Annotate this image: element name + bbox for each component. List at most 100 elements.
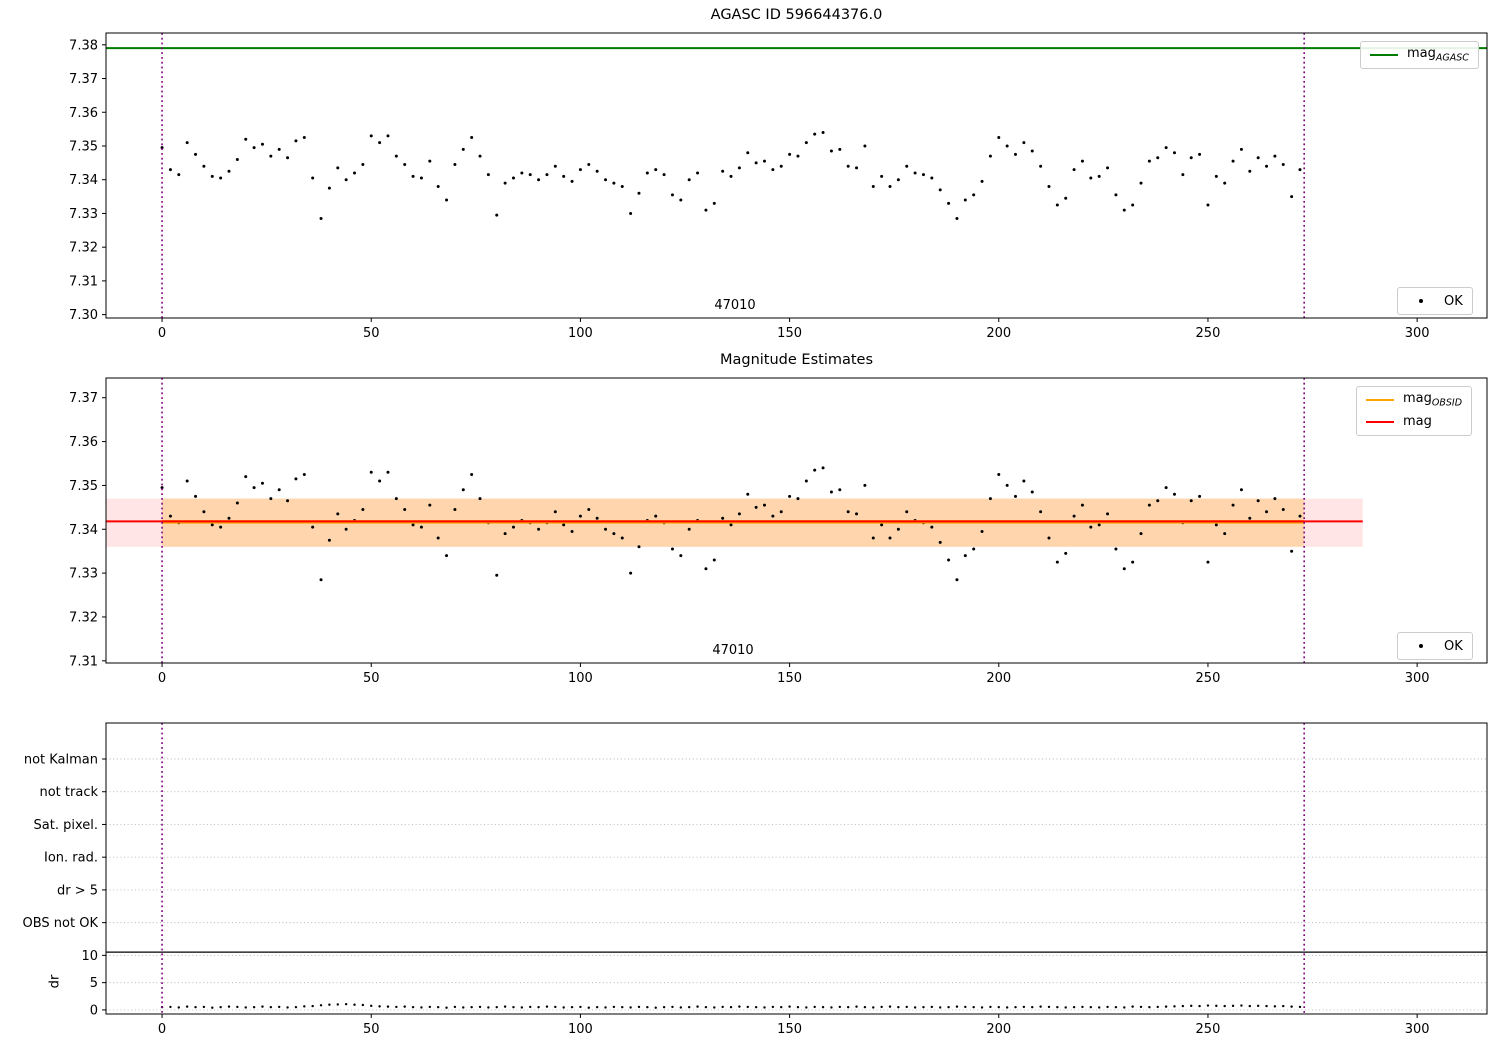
x-tick-label: 300 xyxy=(1405,671,1430,686)
data-point xyxy=(855,1005,858,1008)
data-point xyxy=(503,1005,507,1008)
data-point xyxy=(185,1005,189,1008)
data-point xyxy=(604,1006,607,1009)
data-point xyxy=(294,477,298,481)
data-point xyxy=(1122,208,1126,212)
data-point xyxy=(662,1005,666,1009)
data-point xyxy=(846,164,850,168)
data-point xyxy=(1164,486,1168,490)
data-point xyxy=(302,472,306,476)
data-point xyxy=(1114,193,1118,197)
data-point xyxy=(838,488,842,492)
data-point xyxy=(620,536,624,540)
data-point xyxy=(1265,510,1269,514)
data-point xyxy=(872,1006,875,1009)
data-point xyxy=(771,168,775,172)
data-point xyxy=(177,1006,180,1009)
x-tick-label: 0 xyxy=(158,671,166,686)
data-point xyxy=(394,154,398,158)
data-point xyxy=(612,1005,616,1009)
data-point xyxy=(578,514,582,518)
data-point xyxy=(486,173,490,177)
green-line-sample-icon xyxy=(1370,54,1398,56)
data-point xyxy=(679,554,683,558)
data-point xyxy=(210,523,214,527)
data-point xyxy=(972,193,976,197)
data-point xyxy=(1022,141,1026,145)
data-point xyxy=(796,497,800,501)
data-point xyxy=(227,516,231,520)
obsid-annotation-top: 47010 xyxy=(714,298,756,313)
data-point xyxy=(511,176,515,180)
data-point xyxy=(202,164,206,168)
data-point xyxy=(1298,168,1302,172)
data-point xyxy=(888,536,892,540)
data-point xyxy=(1248,516,1252,520)
data-point xyxy=(880,523,884,527)
y-tick-label: 7.31 xyxy=(69,654,98,669)
data-point xyxy=(838,147,842,151)
top-plot-title: AGASC ID 596644376.0 xyxy=(710,7,883,23)
data-point xyxy=(662,173,666,177)
data-point xyxy=(419,525,423,529)
x-tick-label: 200 xyxy=(986,671,1011,686)
data-point xyxy=(311,176,315,180)
data-point xyxy=(738,1005,741,1008)
data-point xyxy=(1064,196,1068,200)
data-point xyxy=(537,527,541,531)
data-point xyxy=(1089,525,1093,529)
data-point xyxy=(805,1006,808,1009)
data-point xyxy=(420,1006,423,1009)
data-point xyxy=(1189,156,1193,160)
data-point xyxy=(821,1005,825,1009)
data-point xyxy=(386,470,390,474)
data-point xyxy=(930,525,934,529)
data-point xyxy=(1047,536,1051,540)
data-point xyxy=(445,1006,448,1009)
data-point xyxy=(528,173,532,177)
data-point xyxy=(1122,567,1126,571)
data-point xyxy=(1156,156,1160,160)
data-point xyxy=(871,536,875,540)
data-point xyxy=(495,573,499,577)
y-tick-label: 7.37 xyxy=(69,391,98,406)
orange-line-sample-icon xyxy=(1366,398,1394,401)
legend-entry-mag-obsid: magOBSID xyxy=(1366,391,1462,409)
data-point xyxy=(344,178,348,182)
data-point xyxy=(629,211,633,215)
data-point xyxy=(1290,1005,1293,1008)
data-point xyxy=(1215,1004,1218,1008)
data-point xyxy=(260,481,264,485)
data-point xyxy=(1240,1004,1243,1007)
data-point xyxy=(762,159,766,163)
data-point xyxy=(1256,1004,1260,1008)
data-point xyxy=(1047,184,1051,188)
data-point xyxy=(880,1005,883,1009)
data-point xyxy=(570,529,574,533)
y-tick-label: 7.32 xyxy=(69,610,98,625)
data-point xyxy=(1097,523,1101,527)
data-point xyxy=(520,171,524,175)
data-point xyxy=(1080,159,1084,163)
flags-dr-plot: 0 50 100 150 200 250 300not Kalmannot trackSat… xyxy=(23,722,1488,1037)
magnitude-estimates-plot: 0 50 100 150 200 250 300 7.31 7.32 7.33 7.34 7.35 7.… xyxy=(69,377,1488,686)
data-point xyxy=(645,171,649,175)
data-point xyxy=(1256,156,1260,160)
data-point xyxy=(319,1004,323,1007)
data-point xyxy=(595,1005,599,1009)
data-point xyxy=(194,494,198,498)
data-point xyxy=(729,174,733,178)
top-ok-legend: OK xyxy=(1397,287,1473,315)
data-point xyxy=(1198,1004,1201,1008)
data-point xyxy=(930,176,934,180)
data-point xyxy=(754,1005,758,1009)
data-point xyxy=(470,1005,473,1009)
data-point xyxy=(386,134,390,138)
data-point xyxy=(980,1006,984,1009)
data-point xyxy=(219,176,223,180)
data-point xyxy=(436,536,440,540)
data-point xyxy=(863,1005,867,1009)
data-point xyxy=(436,184,440,188)
data-point xyxy=(796,154,800,158)
y-tick-label: 7.38 xyxy=(69,38,98,53)
